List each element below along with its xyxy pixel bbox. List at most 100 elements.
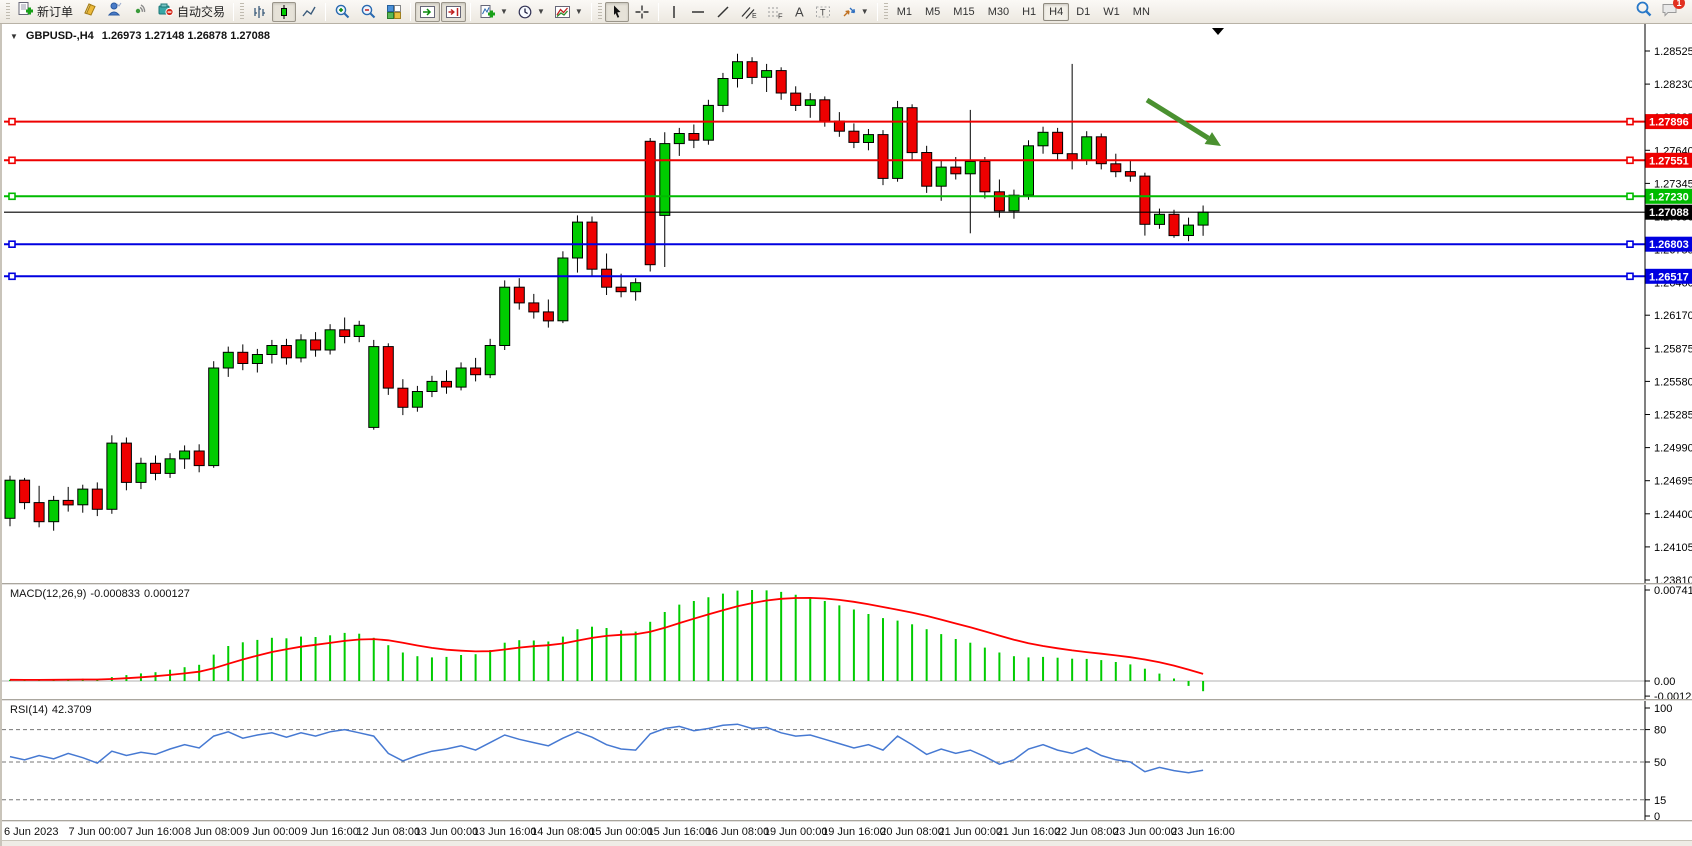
notifications-button[interactable]: 1 (1661, 1, 1680, 23)
toolbar-grip[interactable] (884, 3, 888, 21)
ledger-button[interactable] (78, 2, 102, 22)
fibonacci-icon: F (766, 4, 783, 20)
chart-shift-icon (445, 4, 462, 20)
autoscroll-icon (419, 4, 436, 20)
tile-windows-button[interactable] (382, 2, 406, 22)
templates-button[interactable]: ▼ (550, 2, 587, 22)
time-axis-label: 19 Jun 00:00 (764, 826, 828, 838)
rsi-title: RSI(14) 42.3709 (10, 704, 92, 716)
horizontal-line-button[interactable] (686, 2, 710, 22)
svg-text:1.28525: 1.28525 (1654, 46, 1692, 58)
autotrading-button[interactable]: 自动交易 (153, 2, 229, 22)
svg-text:50: 50 (1654, 757, 1666, 769)
rsi-canvas[interactable]: 1008050150 (2, 701, 1692, 820)
new-order-button[interactable]: 新订单 (13, 2, 77, 22)
time-axis-label: 20 Jun 08:00 (880, 826, 944, 838)
dropdown-caret-icon: ▼ (537, 7, 545, 16)
timeframe-m15[interactable]: M15 (947, 3, 980, 21)
svg-text:1.25580: 1.25580 (1654, 376, 1692, 388)
time-axis[interactable]: 6 Jun 20237 Jun 00:007 Jun 16:008 Jun 08… (2, 822, 1692, 840)
svg-text:100: 100 (1654, 703, 1672, 715)
panel-divider[interactable] (2, 820, 1692, 822)
arrows-button[interactable]: ▼ (837, 2, 873, 22)
line-chart-icon (301, 4, 317, 20)
signal-icon (132, 1, 148, 22)
svg-text:1.24105: 1.24105 (1654, 542, 1692, 554)
timeframe-h1[interactable]: H1 (1016, 3, 1042, 21)
toolbar-grip[interactable] (6, 3, 10, 21)
svg-text:1.27345: 1.27345 (1654, 178, 1692, 190)
search-button[interactable] (1635, 0, 1653, 23)
time-axis-label: 19 Jun 16:00 (822, 826, 886, 838)
svg-text:1.25285: 1.25285 (1654, 410, 1692, 422)
dropdown-caret-icon: ▼ (575, 7, 583, 16)
timeframe-mn[interactable]: MN (1127, 3, 1156, 21)
fibonacci-button[interactable]: F (762, 2, 787, 22)
time-axis-label: 14 Jun 08:00 (531, 826, 595, 838)
zoom-out-icon (360, 3, 377, 20)
svg-text:1.24990: 1.24990 (1654, 443, 1692, 455)
svg-text:0.00: 0.00 (1654, 676, 1675, 688)
dropdown-caret-icon: ▼ (500, 7, 508, 16)
channel-button[interactable]: E (736, 2, 761, 22)
macd-title: MACD(12,26,9) -0.000833 0.000127 (10, 588, 190, 600)
signals-button[interactable] (128, 2, 152, 22)
timeframe-m30[interactable]: M30 (982, 3, 1015, 21)
new-order-label: 新订单 (37, 3, 73, 20)
timeframe-m5[interactable]: M5 (919, 3, 946, 21)
autoscroll-button[interactable] (415, 2, 440, 22)
template-icon (554, 4, 571, 20)
add-indicator-icon (479, 4, 496, 20)
search-icon (1635, 0, 1653, 18)
separator (410, 3, 411, 21)
indicators-button[interactable]: ▼ (475, 2, 512, 22)
svg-text:1.27230: 1.27230 (1649, 191, 1689, 203)
svg-text:15: 15 (1654, 795, 1666, 807)
svg-text:A: A (795, 4, 804, 19)
zoom-out-button[interactable] (356, 2, 381, 22)
community-button[interactable] (103, 2, 127, 22)
bottom-strip (2, 840, 1692, 846)
svg-text:1.27551: 1.27551 (1649, 155, 1689, 167)
time-axis-label: 9 Jun 00:00 (243, 826, 301, 838)
svg-text:1.26803: 1.26803 (1649, 239, 1689, 251)
separator (325, 3, 326, 21)
toolbar-grip[interactable] (598, 3, 602, 21)
timeframe-m1[interactable]: M1 (891, 3, 918, 21)
candlestick-button[interactable] (272, 2, 296, 22)
svg-text:1.23810: 1.23810 (1654, 575, 1692, 583)
zoom-in-button[interactable] (330, 2, 355, 22)
time-axis-label: 12 Jun 08:00 (356, 826, 420, 838)
timeframe-w1[interactable]: W1 (1097, 3, 1126, 21)
person-icon (107, 1, 123, 22)
panel-divider[interactable] (2, 699, 1692, 701)
time-axis-label: 13 Jun 00:00 (415, 826, 479, 838)
clock-icon (517, 4, 533, 20)
text-button[interactable]: A (788, 2, 810, 22)
zoom-in-icon (334, 3, 351, 20)
tile-windows-icon (386, 4, 402, 20)
label-icon: T (815, 4, 832, 20)
line-chart-button[interactable] (297, 2, 321, 22)
trendline-button[interactable] (711, 2, 735, 22)
svg-text:-0.001226: -0.001226 (1654, 691, 1692, 699)
label-button[interactable]: T (811, 2, 836, 22)
bar-chart-button[interactable] (247, 2, 271, 22)
timeframe-d1[interactable]: D1 (1070, 3, 1096, 21)
crosshair-icon (634, 4, 650, 20)
periods-button[interactable]: ▼ (513, 2, 549, 22)
price-chart-canvas[interactable]: 1.285251.282301.279351.276401.273451.270… (2, 24, 1692, 583)
channel-icon: E (740, 4, 757, 20)
chart-shift-button[interactable] (441, 2, 466, 22)
crosshair-button[interactable] (630, 2, 654, 22)
cursor-button[interactable] (605, 2, 629, 22)
panel-divider[interactable] (2, 583, 1692, 585)
time-axis-label: 21 Jun 16:00 (997, 826, 1061, 838)
time-axis-label: 15 Jun 16:00 (647, 826, 711, 838)
timeframe-h4[interactable]: H4 (1043, 3, 1069, 21)
macd-canvas[interactable]: 0.0074120.00-0.001226 (2, 585, 1692, 699)
vertical-line-button[interactable] (663, 2, 685, 22)
vertical-line-icon (667, 4, 681, 20)
toolbar-grip[interactable] (240, 3, 244, 21)
chart-collapse-icon[interactable]: ▼ (10, 32, 18, 41)
